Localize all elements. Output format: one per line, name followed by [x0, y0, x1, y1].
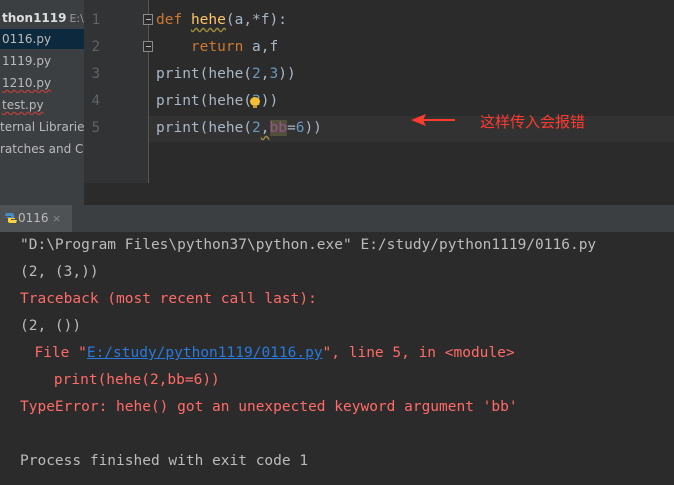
project-root-path: E:\stu: [69, 12, 84, 25]
number-literal: 3: [269, 66, 279, 82]
call-args-open: (hehe(: [199, 93, 253, 109]
fold-marker-icon[interactable]: [143, 41, 153, 52]
keyword-return: return: [190, 39, 244, 55]
console-line-output: (2, ()): [20, 318, 82, 334]
project-file-0116[interactable]: 0116.py: [0, 29, 84, 49]
call-print: print: [156, 120, 200, 136]
console-line-error: TypeError: hehe() got an unexpected keyw…: [20, 399, 518, 415]
close-icon[interactable]: ×: [52, 205, 61, 232]
call-args-open: (hehe(: [199, 120, 253, 136]
call-args-close: )): [304, 120, 322, 136]
run-tab-bar: 0116 ×: [0, 205, 674, 233]
number-literal: 2: [252, 66, 261, 82]
project-root-name: thon1119: [2, 11, 67, 25]
file-label: 0116.py: [2, 32, 52, 46]
call-args-close: )): [260, 93, 279, 109]
keyword-def: def: [156, 12, 183, 28]
comma: ,: [260, 66, 270, 82]
equals: =: [286, 120, 296, 136]
run-console[interactable]: "D:\Program Files\python37\python.exe" E…: [0, 232, 674, 485]
gutter-divider: [148, 0, 149, 183]
number-literal: 2: [252, 120, 261, 136]
function-signature: (a,*f):: [225, 12, 287, 28]
call-args-open: (hehe(: [199, 66, 253, 82]
call-print: print: [156, 66, 200, 82]
line-number: 2: [91, 39, 100, 55]
project-file-1119[interactable]: 1119.py: [0, 51, 84, 71]
traceback-file-link[interactable]: E:/study/python1119/0116.py: [87, 345, 323, 361]
console-line-traceback: Traceback (most recent call last):: [20, 291, 317, 307]
file-label: test.py: [2, 98, 44, 112]
return-value: a,f: [252, 39, 279, 55]
project-root[interactable]: thon1119E:\stu: [0, 8, 84, 28]
project-panel: thon1119E:\stu 0116.py 1119.py 1210.py t…: [0, 0, 84, 205]
console-line-output: (2, (3,)): [20, 264, 99, 280]
console-line-exit: Process finished with exit code 1: [20, 453, 309, 469]
python-icon: [5, 213, 17, 223]
call-args-close: )): [278, 66, 296, 82]
console-line-file: File "E:/study/python1119/0116.py", line…: [17, 345, 515, 361]
run-tab-label: 0116: [18, 211, 49, 225]
line-number: 5: [91, 120, 100, 136]
code-line-5: print(hehe(2,bb=6)): [156, 120, 322, 136]
call-print: print: [156, 93, 200, 109]
scratches-label: ratches and Con: [0, 142, 84, 156]
fold-marker-icon[interactable]: [143, 14, 153, 25]
console-line-code: print(hehe(2,bb=6)): [19, 372, 220, 388]
file-label: 1119.py: [2, 54, 52, 68]
project-file-test[interactable]: test.py: [0, 95, 84, 115]
code-editor[interactable]: 1 2 3 4 5 def hehe(a,*f): return a,f pri…: [84, 0, 674, 205]
function-name: hehe: [190, 12, 226, 28]
console-line-command: "D:\Program Files\python37\python.exe" E…: [20, 237, 597, 253]
scratches-and-consoles[interactable]: ratches and Con: [0, 139, 84, 159]
file-suffix: ", line 5, in <module>: [322, 345, 515, 361]
code-line-2: return a,f: [156, 39, 278, 55]
lightbulb-icon[interactable]: [250, 97, 260, 109]
external-libraries-label: ternal Libraries: [0, 120, 84, 134]
code-line-3: print(hehe(2,3)): [156, 66, 296, 82]
keyword-argument: bb: [269, 120, 287, 136]
project-file-1210[interactable]: 1210.py: [0, 73, 84, 93]
comma: ,: [260, 120, 270, 136]
code-line-1: def hehe(a,*f):: [156, 12, 287, 28]
file-label: 1210.py: [2, 76, 52, 90]
run-tab-0116[interactable]: 0116 ×: [0, 205, 72, 232]
file-prefix: File ": [17, 345, 87, 361]
annotation-arrow-icon: [411, 114, 455, 126]
line-number: 4: [91, 93, 100, 109]
annotation-text: 这样传入会报错: [480, 113, 586, 131]
line-number: 3: [91, 66, 100, 82]
line-number: 1: [91, 12, 100, 28]
external-libraries[interactable]: ternal Libraries: [0, 117, 84, 137]
